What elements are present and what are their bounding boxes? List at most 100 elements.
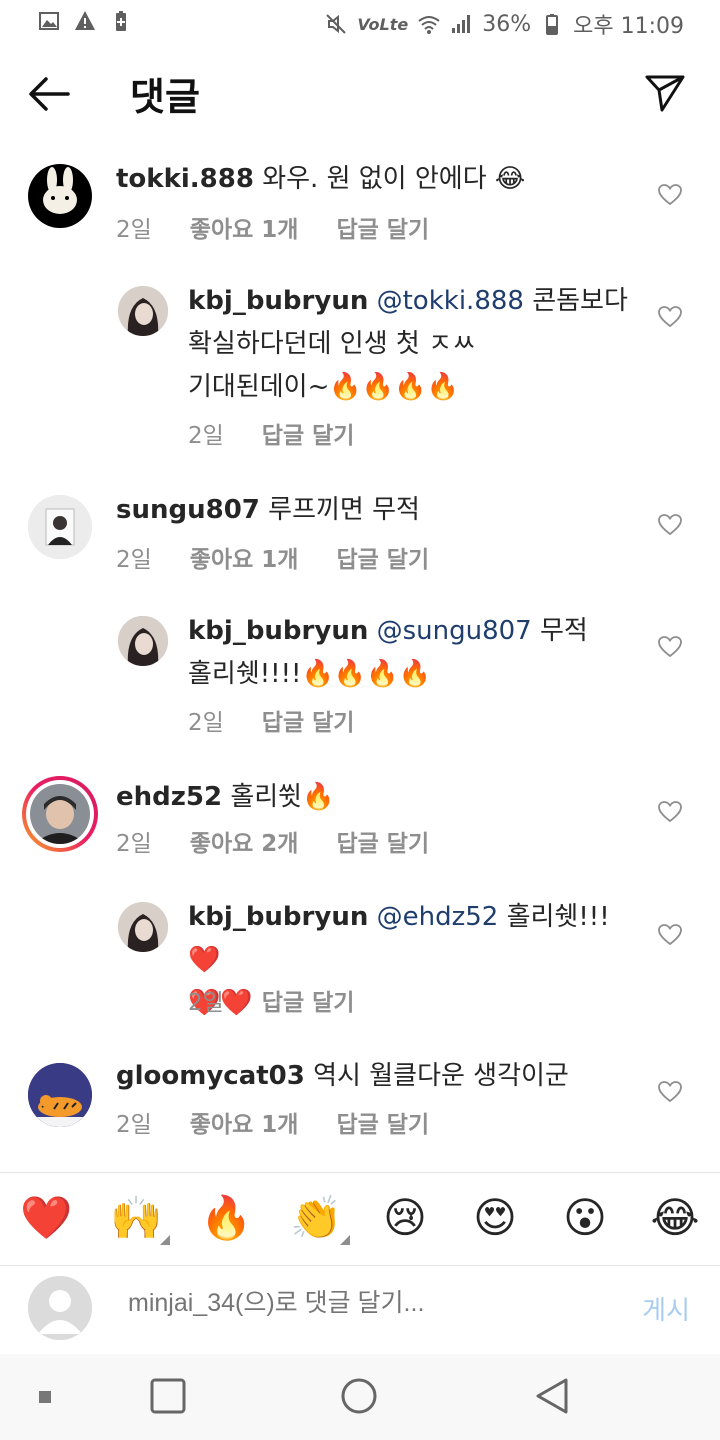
like-heart-icon[interactable] [658, 184, 682, 206]
username[interactable]: kbj_bubryun [188, 616, 368, 646]
comment-meta: 2일 답글 달기 [188, 416, 354, 450]
like-heart-icon[interactable] [658, 514, 682, 536]
like-heart-icon[interactable] [658, 306, 682, 328]
comment-text: gloomycat03 역시 월클다운 생각이군 [116, 1055, 606, 1098]
like-heart-icon[interactable] [658, 1081, 682, 1103]
timestamp: 2일 [116, 831, 152, 857]
volte-label: VoLte [357, 14, 409, 34]
comment: sungu807 루프끼면 무적 2일 좋아요 1개 답글 달기 [0, 487, 720, 577]
home-circle-icon[interactable] [340, 1377, 378, 1415]
battery-percent: 36% [482, 11, 532, 37]
direct-message-icon[interactable] [644, 72, 686, 114]
skin-tone-indicator [340, 1235, 350, 1245]
bunny-logo [43, 167, 77, 214]
post-button[interactable]: 게시 [642, 1290, 690, 1327]
like-heart-icon[interactable] [658, 924, 682, 946]
emoji-raised-hands[interactable]: 🙌 [110, 1193, 170, 1245]
profile-photo [118, 902, 168, 952]
comment-meta: 2일 좋아요 1개 답글 달기 [116, 1105, 429, 1139]
signal-icon [452, 15, 471, 33]
comment: gloomycat03 역시 월클다운 생각이군 2일 좋아요 1개 답글 달기 [0, 1055, 720, 1145]
like-heart-icon[interactable] [658, 801, 682, 823]
emoji-raised-hands-glyph: 🙌 [110, 1193, 163, 1242]
username[interactable]: gloomycat03 [116, 1061, 305, 1091]
comment-text: ehdz52 홀리쓋🔥 [116, 776, 606, 819]
username[interactable]: sungu807 [116, 495, 260, 525]
emoji-heart-eyes[interactable]: 😍 [470, 1193, 520, 1243]
comment-meta: 2일 좋아요 2개 답글 달기 [116, 824, 429, 858]
recent-apps-dot-icon[interactable] [38, 1390, 52, 1404]
comment-input-row: 게시 [0, 1266, 720, 1356]
clock: 오후 11:09 [573, 14, 684, 39]
comment-meta: 2일 답글 달기 [188, 703, 354, 737]
wifi-icon [418, 16, 440, 34]
reply-button[interactable]: 답글 달기 [336, 210, 429, 244]
page-title: 댓글 [130, 75, 200, 119]
current-user-avatar [28, 1276, 92, 1340]
avatar[interactable] [28, 1063, 92, 1127]
comment-body: 확실하다던데 인생 첫 ㅈㅆ [188, 329, 476, 359]
skin-tone-indicator [160, 1235, 170, 1245]
mention-link[interactable]: @tokki.888 [377, 286, 524, 316]
system-nav-bar [0, 1354, 720, 1440]
like-heart-icon[interactable] [658, 636, 682, 658]
comment-body: 홀리쓋🔥 [230, 782, 335, 812]
header: 댓글 [0, 52, 720, 132]
avatar-inner [26, 780, 94, 848]
comment-input[interactable] [126, 1288, 590, 1319]
emoji-crying[interactable]: 😢 [380, 1193, 430, 1243]
overview-square-icon[interactable] [150, 1378, 186, 1414]
profile-photo [30, 784, 90, 844]
likes-count[interactable]: 좋아요 1개 [190, 210, 299, 244]
avatar[interactable] [28, 164, 92, 228]
reply-comment: kbj_bubryun @tokki.888 콘돔보다 확실하다던데 인생 첫 … [0, 280, 720, 450]
comment-body: 콘돔보다 [532, 286, 628, 316]
username[interactable]: tokki.888 [116, 164, 254, 194]
comment-text: tokki.888 와우. 원 없이 안에다 😂 [116, 158, 606, 201]
likes-count[interactable]: 좋아요 2개 [190, 824, 299, 858]
avatar-with-story-ring[interactable] [22, 776, 98, 852]
comment-body: 루프끼면 무적 [268, 495, 420, 525]
reply-button[interactable]: 답글 달기 [262, 416, 355, 450]
likes-count[interactable]: 좋아요 1개 [190, 540, 299, 574]
status-bar: VoLte 36% 오후 11:09 [0, 0, 720, 44]
username[interactable]: kbj_bubryun [188, 286, 368, 316]
reply-button[interactable]: 답글 달기 [336, 824, 429, 858]
back-arrow-icon[interactable] [26, 74, 72, 114]
image-icon [39, 12, 59, 30]
comment-body: 역시 월클다운 생각이군 [313, 1061, 569, 1091]
reply-button[interactable]: 답글 달기 [262, 703, 355, 737]
timestamp: 2일 [188, 710, 224, 736]
comment-meta: 2일 좋아요 1개 답글 달기 [116, 540, 429, 574]
comment-meta: 2일 좋아요 1개 답글 달기 [116, 210, 429, 244]
reply-comment: kbj_bubryun @sungu807 무적 홀리쉣!!!!🔥🔥🔥🔥 2일 … [0, 610, 720, 740]
reply-comment: kbj_bubryun @ehdz52 홀리쉣!!!❤️ ❤️❤️ 2일 답글 … [0, 896, 720, 1026]
emoji-clap[interactable]: 👏 [290, 1193, 350, 1245]
mention-link[interactable]: @ehdz52 [377, 902, 499, 932]
mention-link[interactable]: @sungu807 [377, 616, 532, 646]
comment-text: kbj_bubryun @sungu807 무적 홀리쉣!!!!🔥🔥🔥🔥 [188, 610, 628, 696]
reply-button[interactable]: 답글 달기 [336, 1105, 429, 1139]
username[interactable]: ehdz52 [116, 782, 222, 812]
username[interactable]: kbj_bubryun [188, 902, 368, 932]
default-avatar-icon [28, 1276, 92, 1340]
timestamp: 2일 [116, 547, 152, 573]
emoji-surprised[interactable]: 😮 [560, 1193, 610, 1243]
comment-text: kbj_bubryun @tokki.888 콘돔보다 확실하다던데 인생 첫 … [188, 280, 628, 409]
likes-count[interactable]: 좋아요 1개 [190, 1105, 299, 1139]
reply-button[interactable]: 답글 달기 [262, 983, 355, 1017]
avatar[interactable] [118, 616, 168, 666]
reply-button[interactable]: 답글 달기 [336, 540, 429, 574]
battery-saver-icon [116, 11, 126, 31]
emoji-heart[interactable]: ❤️ [20, 1193, 72, 1243]
emoji-quick-bar: ❤️ 🙌 🔥 👏 😢 😍 😮 😂 [0, 1172, 720, 1266]
back-triangle-icon[interactable] [534, 1377, 570, 1415]
avatar[interactable] [118, 902, 168, 952]
emoji-fire[interactable]: 🔥 [200, 1193, 252, 1243]
emoji-joy[interactable]: 😂 [650, 1193, 700, 1243]
timestamp: 2일 [116, 1112, 152, 1138]
comment-body: 무적 [540, 616, 588, 646]
avatar[interactable] [118, 286, 168, 336]
avatar[interactable] [28, 495, 92, 559]
profile-photo [28, 1063, 92, 1127]
